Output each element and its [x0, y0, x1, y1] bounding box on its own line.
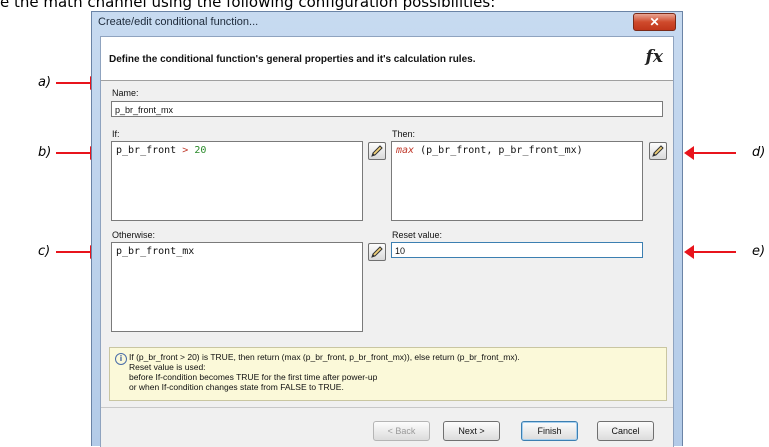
- pencil-icon: [371, 246, 383, 258]
- annotation-c: c): [38, 244, 51, 259]
- document-text: e the math channel using the following c…: [0, 0, 496, 11]
- then-expression-editor[interactable]: max (p_br_front, p_br_front_mx): [391, 141, 643, 221]
- dialog-header: Define the conditional function's genera…: [101, 37, 673, 81]
- reset-value: 10: [395, 246, 406, 256]
- then-function: max: [396, 145, 415, 156]
- cancel-button[interactable]: Cancel: [597, 421, 654, 441]
- function-icon: fx: [645, 47, 663, 67]
- then-label: Then:: [392, 129, 416, 139]
- info-line: Reset value is used:: [129, 362, 206, 372]
- annotation-e: e): [752, 244, 766, 259]
- if-label: If:: [112, 129, 120, 139]
- annotation-a: a): [38, 75, 52, 90]
- next-button[interactable]: Next >: [443, 421, 500, 441]
- close-icon: ✕: [649, 15, 660, 29]
- otherwise-expression-text: p_br_front_mx: [116, 246, 195, 257]
- dialog-window: Create/edit conditional function... ✕ De…: [91, 11, 683, 447]
- otherwise-expression-editor[interactable]: p_br_front_mx: [111, 242, 363, 332]
- otherwise-label: Otherwise:: [112, 230, 156, 240]
- then-expression-text: max (p_br_front, p_br_front_mx): [396, 145, 583, 156]
- otherwise-edit-button[interactable]: [368, 243, 386, 261]
- pencil-icon: [652, 145, 664, 157]
- finish-button[interactable]: Finish: [521, 421, 578, 441]
- footer-divider: [101, 407, 673, 408]
- info-line: If (p_br_front > 20) is TRUE, then retur…: [129, 352, 520, 362]
- if-condition-editor[interactable]: p_br_front > 20: [111, 141, 363, 221]
- annotation-b: b): [38, 145, 52, 160]
- close-button[interactable]: ✕: [633, 13, 676, 31]
- info-line: or when If-condition changes state from …: [129, 382, 344, 392]
- title-bar: Create/edit conditional function... ✕: [92, 12, 682, 34]
- window-title: Create/edit conditional function...: [98, 16, 259, 28]
- then-args: (p_br_front, p_br_front_mx): [420, 145, 583, 156]
- if-operator: >: [182, 145, 189, 156]
- pencil-icon: [371, 145, 383, 157]
- dialog-client-area: Define the conditional function's genera…: [100, 36, 674, 447]
- name-value: p_br_front_mx: [115, 105, 174, 115]
- info-panel: i If (p_br_front > 20) is TRUE, then ret…: [109, 347, 667, 401]
- annotation-d: d): [752, 145, 766, 160]
- info-icon: i: [115, 353, 127, 365]
- if-variable: p_br_front: [116, 145, 177, 156]
- arrow-e: [684, 245, 736, 259]
- name-label: Name:: [112, 88, 139, 98]
- if-edit-button[interactable]: [368, 142, 386, 160]
- if-condition-text: p_br_front > 20: [116, 145, 206, 156]
- reset-value-label: Reset value:: [392, 230, 443, 240]
- then-edit-button[interactable]: [649, 142, 667, 160]
- back-button[interactable]: < Back: [373, 421, 430, 441]
- if-number: 20: [194, 145, 207, 156]
- arrow-d: [684, 146, 736, 160]
- info-line: before If-condition becomes TRUE for the…: [129, 372, 378, 382]
- reset-value-input[interactable]: 10: [391, 242, 643, 258]
- header-description: Define the conditional function's genera…: [109, 54, 476, 65]
- name-input[interactable]: p_br_front_mx: [111, 101, 663, 117]
